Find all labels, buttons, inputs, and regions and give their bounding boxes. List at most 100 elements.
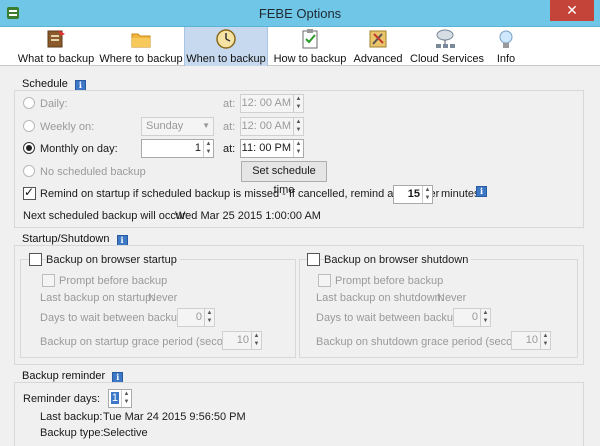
tab-what-to-backup[interactable]: What to backup bbox=[14, 27, 98, 66]
no-schedule-label: No scheduled backup bbox=[40, 166, 146, 178]
info-icon[interactable]: i bbox=[476, 186, 487, 197]
shutdown-prompt-label: Prompt before backup bbox=[335, 275, 444, 287]
monthly-day-value: 1 bbox=[194, 142, 201, 154]
reminder-last-label: Last backup: bbox=[40, 411, 103, 423]
monthly-label: Monthly on day: bbox=[40, 143, 118, 155]
backup-on-shutdown-label: Backup on browser shutdown bbox=[324, 254, 472, 266]
remind-on-startup-checkbox[interactable] bbox=[23, 185, 36, 200]
shutdown-days-value: 0 bbox=[471, 311, 478, 323]
next-backup-value: Wed Mar 25 2015 1:00:00 AM bbox=[175, 210, 321, 222]
lightbulb-icon bbox=[499, 30, 513, 48]
shutdown-prompt-checkbox[interactable] bbox=[318, 274, 331, 287]
monthly-time-spinner[interactable]: ▲ ▼ bbox=[293, 140, 303, 157]
tab-when-to-backup[interactable]: When to backup bbox=[184, 27, 268, 66]
tab-label: When to backup bbox=[186, 53, 266, 65]
monthly-at-label: at: bbox=[223, 143, 236, 155]
reminder-days-value: 1 bbox=[110, 392, 119, 404]
clock-icon bbox=[216, 29, 236, 49]
daily-time-field[interactable]: 12: 00 AM ▲ ▼ bbox=[240, 94, 304, 113]
shutdown-days-spinner[interactable]: ▲ ▼ bbox=[480, 309, 490, 326]
shutdown-days-field[interactable]: 0 ▲ ▼ bbox=[453, 308, 491, 327]
remind-label: Remind on startup if scheduled backup is… bbox=[40, 188, 440, 200]
shutdown-grace-spinner[interactable]: ▲ ▼ bbox=[540, 332, 550, 349]
startup-grace-field[interactable]: 10 ▲ ▼ bbox=[222, 331, 262, 350]
daily-label: Daily: bbox=[40, 98, 68, 110]
reminder-type-label: Backup type: bbox=[40, 427, 104, 439]
weekly-at-label: at: bbox=[223, 121, 236, 133]
monthly-time-field[interactable]: 11: 00 PM ▲ ▼ bbox=[240, 139, 304, 158]
tab-label: Where to backup bbox=[99, 53, 183, 65]
startup-last-label: Last backup on startup: bbox=[40, 292, 155, 304]
tab-cloud-services[interactable]: Cloud Services bbox=[410, 27, 484, 66]
backup-on-startup-checkbox[interactable] bbox=[29, 253, 42, 266]
reminder-days-spinner[interactable]: ▲ ▼ bbox=[121, 390, 131, 407]
daily-time-value: 12: 00 AM bbox=[241, 97, 291, 109]
remind-minutes-field[interactable]: 15 ▲ ▼ bbox=[393, 185, 433, 204]
window-title: FEBE Options bbox=[258, 6, 342, 21]
daily-radio[interactable] bbox=[23, 97, 35, 109]
weekly-time-field[interactable]: 12: 00 AM ▲ ▼ bbox=[240, 117, 304, 136]
shutdown-grace-label: Backup on shutdown grace period (seconds… bbox=[316, 336, 534, 348]
chevron-down-icon: ▼ bbox=[202, 121, 210, 130]
weekly-label: Weekly on: bbox=[40, 121, 95, 133]
set-schedule-time-button[interactable]: Set schedule time bbox=[241, 161, 327, 196]
options-toolbar: What to backup Where to backup When to b… bbox=[0, 27, 600, 66]
backup-reminder-title-text: Backup reminder bbox=[22, 370, 106, 382]
startup-grace-spinner[interactable]: ▲ ▼ bbox=[251, 332, 261, 349]
tab-label: How to backup bbox=[273, 53, 347, 65]
startup-grace-value: 10 bbox=[236, 334, 249, 346]
title-bar: FEBE Options ✕ bbox=[0, 0, 600, 27]
daily-time-spinner[interactable]: ▲ ▼ bbox=[293, 95, 303, 112]
reminder-days-field[interactable]: 1 ▲ ▼ bbox=[108, 389, 132, 408]
tab-label: Advanced bbox=[353, 53, 403, 65]
backup-on-startup-label: Backup on browser startup bbox=[46, 254, 180, 266]
weekly-time-spinner[interactable]: ▲ ▼ bbox=[293, 118, 303, 135]
remind-minutes-spinner[interactable]: ▲ ▼ bbox=[422, 186, 432, 203]
tab-label: Cloud Services bbox=[410, 53, 484, 65]
startup-days-value: 0 bbox=[195, 311, 202, 323]
shutdown-last-label: Last backup on shutdown: bbox=[316, 292, 444, 304]
next-backup-label: Next scheduled backup will occur: bbox=[23, 210, 189, 222]
startup-shutdown-title-text: Startup/Shutdown bbox=[22, 233, 110, 245]
reminder-type-value: Selective bbox=[103, 427, 148, 439]
tab-label: Info bbox=[496, 53, 516, 65]
tab-how-to-backup[interactable]: How to backup bbox=[270, 27, 350, 66]
weekly-day-select[interactable]: Sunday ▼ bbox=[141, 117, 214, 136]
weekly-radio[interactable] bbox=[23, 120, 35, 132]
startup-prompt-checkbox[interactable] bbox=[42, 274, 55, 287]
schedule-title-text: Schedule bbox=[22, 78, 68, 90]
no-schedule-radio[interactable] bbox=[23, 165, 35, 177]
folder-icon bbox=[131, 33, 151, 48]
shutdown-grace-field[interactable]: 10 ▲ ▼ bbox=[511, 331, 551, 350]
febe-options-window: FEBE Options ✕ What to backup Where to b… bbox=[0, 0, 600, 446]
cloud-network-icon bbox=[436, 29, 455, 48]
backup-on-shutdown-checkbox[interactable] bbox=[307, 253, 320, 266]
tab-info[interactable]: Info bbox=[486, 27, 526, 66]
monthly-radio[interactable] bbox=[23, 142, 35, 154]
reminder-days-label: Reminder days: bbox=[23, 393, 101, 405]
what-to-backup-icon bbox=[47, 30, 65, 48]
advanced-tools-icon bbox=[369, 30, 387, 48]
tab-label: What to backup bbox=[17, 53, 95, 65]
startup-last-value: Never bbox=[148, 292, 178, 304]
remind-minutes-value: 15 bbox=[407, 188, 420, 200]
startup-days-label: Days to wait between backups: bbox=[40, 312, 192, 324]
weekly-day-value: Sunday bbox=[146, 120, 184, 132]
shutdown-last-value: Never bbox=[437, 292, 467, 304]
close-button[interactable]: ✕ bbox=[550, 0, 594, 21]
startup-days-spinner[interactable]: ▲ ▼ bbox=[204, 309, 214, 326]
startup-days-field[interactable]: 0 ▲ ▼ bbox=[177, 308, 215, 327]
tab-where-to-backup[interactable]: Where to backup bbox=[99, 27, 183, 66]
monthly-day-field[interactable]: 1 ▲ ▼ bbox=[141, 139, 214, 158]
minutes-label: minutes bbox=[441, 188, 480, 200]
shutdown-days-label: Days to wait between backups: bbox=[316, 312, 468, 324]
clipboard-icon bbox=[302, 29, 318, 49]
startup-prompt-label: Prompt before backup bbox=[59, 275, 168, 287]
startup-grace-label: Backup on startup grace period (seconds) bbox=[40, 336, 245, 348]
reminder-last-value: Tue Mar 24 2015 9:56:50 PM bbox=[103, 411, 246, 423]
monthly-day-spinner[interactable]: ▲ ▼ bbox=[203, 140, 213, 157]
daily-at-label: at: bbox=[223, 98, 236, 110]
shutdown-grace-value: 10 bbox=[525, 334, 538, 346]
tab-advanced[interactable]: Advanced bbox=[352, 27, 404, 66]
weekly-time-value: 12: 00 AM bbox=[241, 120, 291, 132]
